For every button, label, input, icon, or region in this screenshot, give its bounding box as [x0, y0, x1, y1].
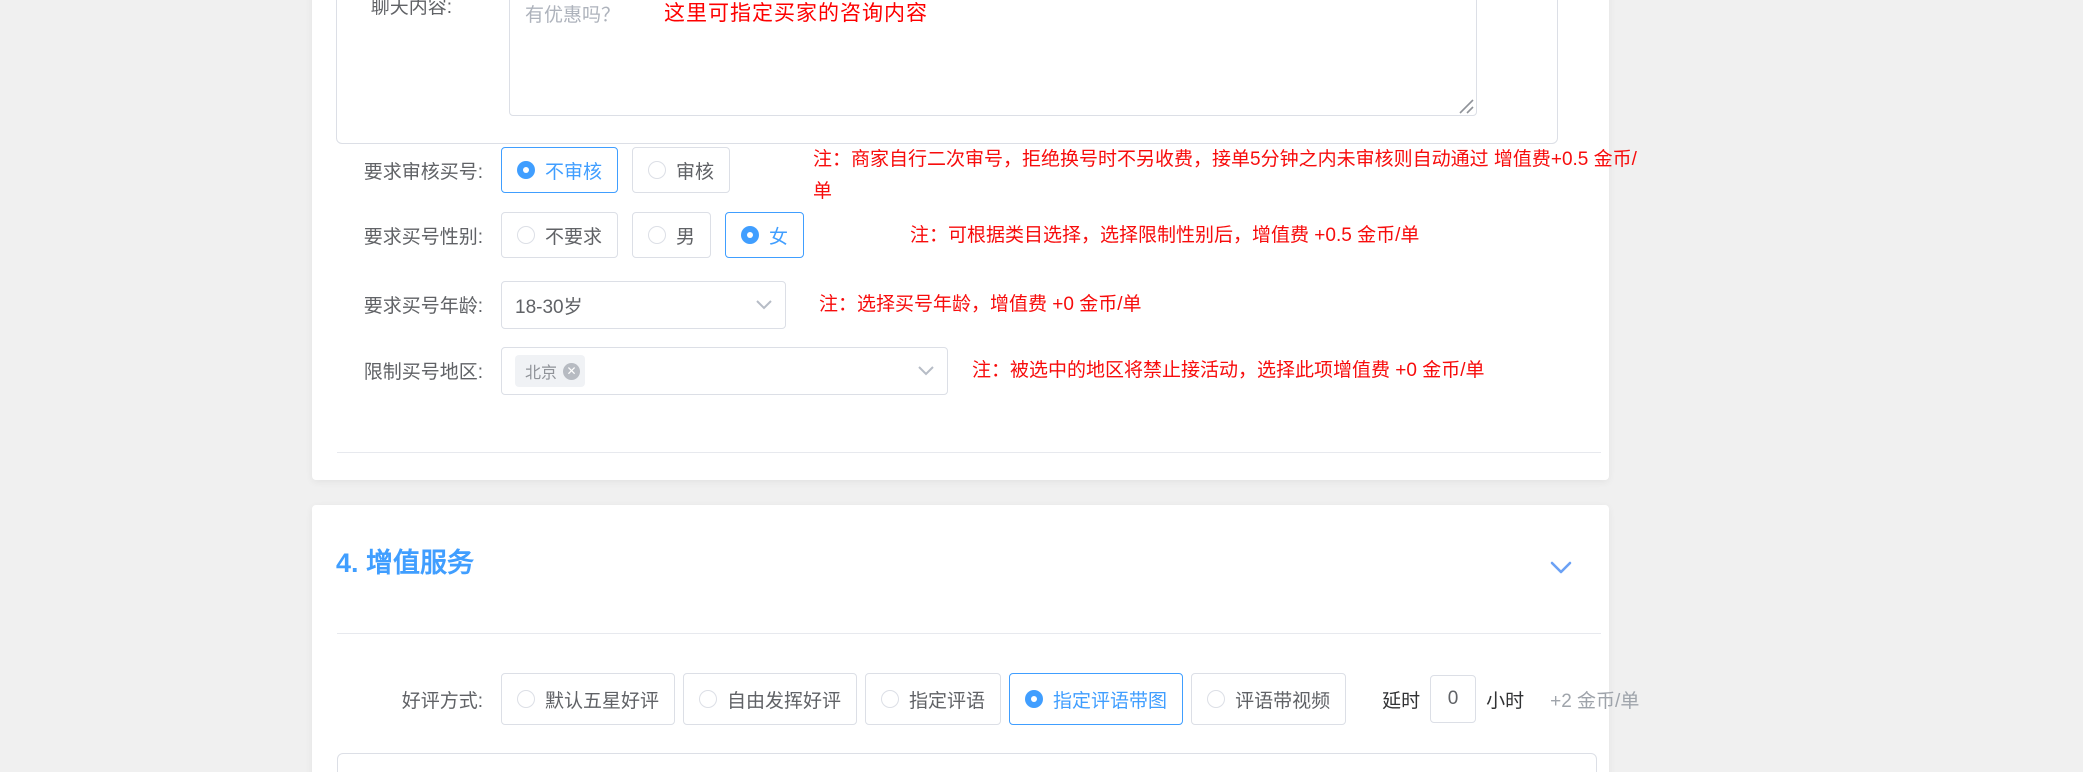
radio-option[interactable]: 指定评语 — [865, 673, 1001, 725]
audit-row: 要求审核买号: 不审核 审核 — [337, 148, 744, 192]
chat-content-annotation: 这里可指定买家的咨询内容 — [664, 0, 928, 27]
section4-title: 4. 增值服务 — [336, 541, 474, 580]
radio-option-label: 自由发挥好评 — [727, 686, 841, 713]
radio-option-label: 评语带视频 — [1235, 686, 1330, 713]
radio-option-label: 指定评语 — [909, 686, 985, 713]
radio-option-label: 不审核 — [545, 157, 602, 184]
gender-row-label: 要求买号性别: — [337, 222, 483, 249]
praise-row: 好评方式: 默认五星好评自由发挥好评指定评语指定评语带图评语带视频 延时 小时 … — [337, 673, 1639, 725]
region-tag: 北京 ✕ — [515, 355, 585, 387]
praise-row-label: 好评方式: — [337, 686, 483, 713]
delay-label: 延时 — [1382, 686, 1420, 713]
collapse-chevron-icon[interactable] — [1550, 561, 1572, 574]
chevron-down-icon — [756, 300, 772, 310]
praise-radio-group: 默认五星好评 自由发挥好评 指定评语 指定评语带图 评语带视频 — [501, 673, 1354, 725]
radio-unselected-icon — [1207, 690, 1225, 708]
age-row-label: 要求买号年龄: — [337, 283, 483, 331]
radio-option[interactable]: 男 — [632, 212, 711, 258]
delay-input[interactable] — [1430, 675, 1476, 723]
gender-row: 要求买号性别: 不要求 男 女 — [337, 213, 818, 257]
radio-unselected-icon — [648, 161, 666, 179]
section-divider — [337, 452, 1601, 453]
radio-option-label: 不要求 — [545, 222, 602, 249]
radio-selected-icon — [517, 161, 535, 179]
age-select[interactable]: 18-30岁 — [501, 281, 786, 329]
region-row-label: 限制买号地区: — [337, 349, 483, 397]
radio-option[interactable]: 审核 — [632, 147, 730, 193]
radio-option[interactable]: 不要求 — [501, 212, 618, 258]
title-divider — [337, 633, 1601, 634]
radio-option[interactable]: 自由发挥好评 — [683, 673, 857, 725]
audit-radio-group: 不审核 审核 — [501, 147, 744, 193]
chat-content-label: 聊天内容: — [337, 0, 452, 30]
task-publish-page: 聊天内容: 这里可指定买家的咨询内容 要求审核买号: 不审核 审核 注：商家自行二… — [0, 0, 2083, 772]
tag-close-icon[interactable]: ✕ — [563, 363, 580, 380]
radio-option-label: 默认五星好评 — [545, 686, 659, 713]
radio-option[interactable]: 评语带视频 — [1191, 673, 1346, 725]
radio-unselected-icon — [699, 690, 717, 708]
radio-unselected-icon — [648, 226, 666, 244]
radio-unselected-icon — [517, 690, 535, 708]
radio-option[interactable]: 指定评语带图 — [1009, 673, 1183, 725]
region-select[interactable]: 北京 ✕ — [501, 347, 948, 395]
audit-row-note: 注：商家自行二次审号，拒绝换号时不另收费，接单5分钟之内未审核则自动通过 增值费… — [813, 144, 1637, 208]
radio-option[interactable]: 不审核 — [501, 147, 618, 193]
chat-content-textarea[interactable] — [509, 0, 1477, 116]
radio-unselected-icon — [881, 690, 899, 708]
region-row-note: 注：被选中的地区将禁止接活动，选择此项增值费 +0 金币/单 — [972, 355, 1485, 387]
radio-option[interactable]: 女 — [725, 212, 804, 258]
delay-unit-label: 小时 — [1486, 686, 1524, 713]
radio-option-label: 女 — [769, 222, 788, 249]
age-select-value: 18-30岁 — [515, 292, 583, 319]
praise-fee-label: +2 金币/单 — [1550, 686, 1639, 713]
region-tag-label: 北京 — [525, 359, 557, 383]
age-row-note: 注：选择买号年龄，增值费 +0 金币/单 — [819, 289, 1142, 321]
audit-row-label: 要求审核买号: — [337, 157, 483, 184]
radio-option-label: 男 — [676, 222, 695, 249]
buyer-requirements-card: 聊天内容: 这里可指定买家的咨询内容 要求审核买号: 不审核审核 注：商家自行二… — [312, 0, 1609, 480]
gender-row-note: 注：可根据类目选择，选择限制性别后，增值费 +0.5 金币/单 — [910, 220, 1419, 252]
radio-unselected-icon — [517, 226, 535, 244]
chevron-down-icon — [918, 366, 934, 376]
radio-option-label: 指定评语带图 — [1053, 686, 1167, 713]
radio-option[interactable]: 默认五星好评 — [501, 673, 675, 725]
gender-radio-group: 不要求 男 女 — [501, 212, 818, 258]
value-added-services-card: 4. 增值服务 好评方式: 默认五星好评 自由发挥好评 指定评语 指定评语带图 评语带视… — [312, 505, 1609, 772]
praise-detail-panel — [337, 753, 1597, 772]
radio-option-label: 审核 — [676, 157, 714, 184]
radio-selected-icon — [1025, 690, 1043, 708]
radio-selected-icon — [741, 226, 759, 244]
